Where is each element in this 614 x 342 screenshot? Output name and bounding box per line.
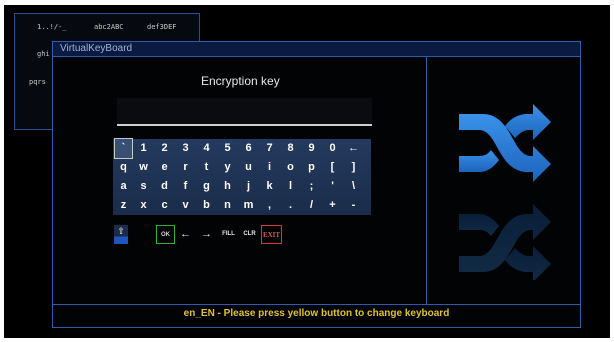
key-q[interactable]: q	[115, 158, 132, 177]
key-c[interactable]: c	[156, 196, 173, 215]
key-f[interactable]: f	[177, 177, 194, 196]
fill-button[interactable]: FILL	[219, 225, 238, 244]
key-v[interactable]: v	[177, 196, 194, 215]
encryption-key-heading: Encryption key	[201, 74, 280, 88]
key-g[interactable]: g	[198, 177, 215, 196]
key-h[interactable]: h	[219, 177, 236, 196]
key-comma[interactable]: ,	[261, 196, 278, 215]
bg-key-7: pqrs	[29, 78, 46, 86]
shift-icon[interactable]: ⇧	[114, 225, 128, 244]
key-left-bracket[interactable]: [	[324, 158, 341, 177]
keyboard-grid: ` 1 2 3 4 5 6 7 8 9 0 ← q w e r t y u i …	[113, 138, 371, 215]
key-p[interactable]: p	[303, 158, 320, 177]
keyboard-row-4: z x c v b n m , . / + -	[113, 196, 371, 215]
key-a[interactable]: a	[115, 177, 132, 196]
ok-button[interactable]: OK	[156, 225, 175, 244]
key-x[interactable]: x	[135, 196, 152, 215]
cursor-left-button[interactable]: ←	[177, 225, 194, 244]
clr-button[interactable]: CLR	[240, 225, 259, 244]
key-e[interactable]: e	[156, 158, 173, 177]
key-plus[interactable]: +	[324, 196, 341, 215]
key-r[interactable]: r	[177, 158, 194, 177]
key-9[interactable]: 9	[303, 139, 320, 158]
key-i[interactable]: i	[261, 158, 278, 177]
tv-screen: 1..!/-_ abc2ABC def3DEF ghi pqrs Virtual…	[4, 5, 610, 338]
keyboard-row-1: ` 1 2 3 4 5 6 7 8 9 0 ←	[113, 138, 371, 159]
key-t[interactable]: t	[198, 158, 215, 177]
status-divider	[53, 304, 580, 305]
key-z[interactable]: z	[115, 196, 132, 215]
keyboard-status-hint: en_EN - Please press yellow button to ch…	[183, 308, 450, 319]
key-semicolon[interactable]: ;	[303, 177, 320, 196]
key-right-bracket[interactable]: ]	[345, 158, 362, 177]
key-backspace[interactable]: ←	[345, 139, 362, 158]
bg-key-1: 1..!/-_	[37, 23, 67, 31]
keyboard-row-2: q w e r t y u i o p [ ]	[113, 158, 371, 177]
key-w[interactable]: w	[135, 158, 152, 177]
key-j[interactable]: j	[240, 177, 257, 196]
bg-key-3: def3DEF	[147, 23, 177, 31]
key-0[interactable]: 0	[324, 139, 341, 158]
title-bar: VirtualKeyBoard	[53, 42, 580, 57]
key-1[interactable]: 1	[135, 139, 152, 158]
key-7[interactable]: 7	[261, 139, 278, 158]
bg-key-4: ghi	[37, 50, 50, 58]
exit-button[interactable]: EXIT	[261, 225, 282, 244]
key-minus[interactable]: -	[345, 196, 362, 215]
key-period[interactable]: .	[282, 196, 299, 215]
keyboard-control-row: ⇧ OK ← → FILL CLR EXIT	[113, 225, 371, 245]
key-b[interactable]: b	[198, 196, 215, 215]
bg-key-2: abc2ABC	[94, 23, 124, 31]
key-y[interactable]: y	[219, 158, 236, 177]
shuffle-icon	[455, 100, 555, 282]
key-s[interactable]: s	[135, 177, 152, 196]
key-backslash[interactable]: \	[345, 177, 362, 196]
keyboard-row-3: a s d f g h j k l ; ' \	[113, 177, 371, 196]
key-8[interactable]: 8	[282, 139, 299, 158]
window-title: VirtualKeyBoard	[60, 43, 133, 54]
key-3[interactable]: 3	[177, 139, 194, 158]
key-m[interactable]: m	[240, 196, 257, 215]
encryption-key-input[interactable]	[117, 98, 372, 126]
panel-divider	[426, 57, 427, 304]
key-6[interactable]: 6	[240, 139, 257, 158]
key-l[interactable]: l	[282, 177, 299, 196]
key-d[interactable]: d	[156, 177, 173, 196]
key-o[interactable]: o	[282, 158, 299, 177]
key-4[interactable]: 4	[198, 139, 215, 158]
key-backtick[interactable]: `	[114, 138, 133, 159]
key-u[interactable]: u	[240, 158, 257, 177]
cursor-right-button[interactable]: →	[198, 225, 215, 244]
virtual-keyboard-window: VirtualKeyBoard Encryption key ` 1 2 3 4…	[52, 41, 581, 328]
key-k[interactable]: k	[261, 177, 278, 196]
key-apostrophe[interactable]: '	[324, 177, 341, 196]
key-slash[interactable]: /	[303, 196, 320, 215]
key-5[interactable]: 5	[219, 139, 236, 158]
key-n[interactable]: n	[219, 196, 236, 215]
key-2[interactable]: 2	[156, 139, 173, 158]
